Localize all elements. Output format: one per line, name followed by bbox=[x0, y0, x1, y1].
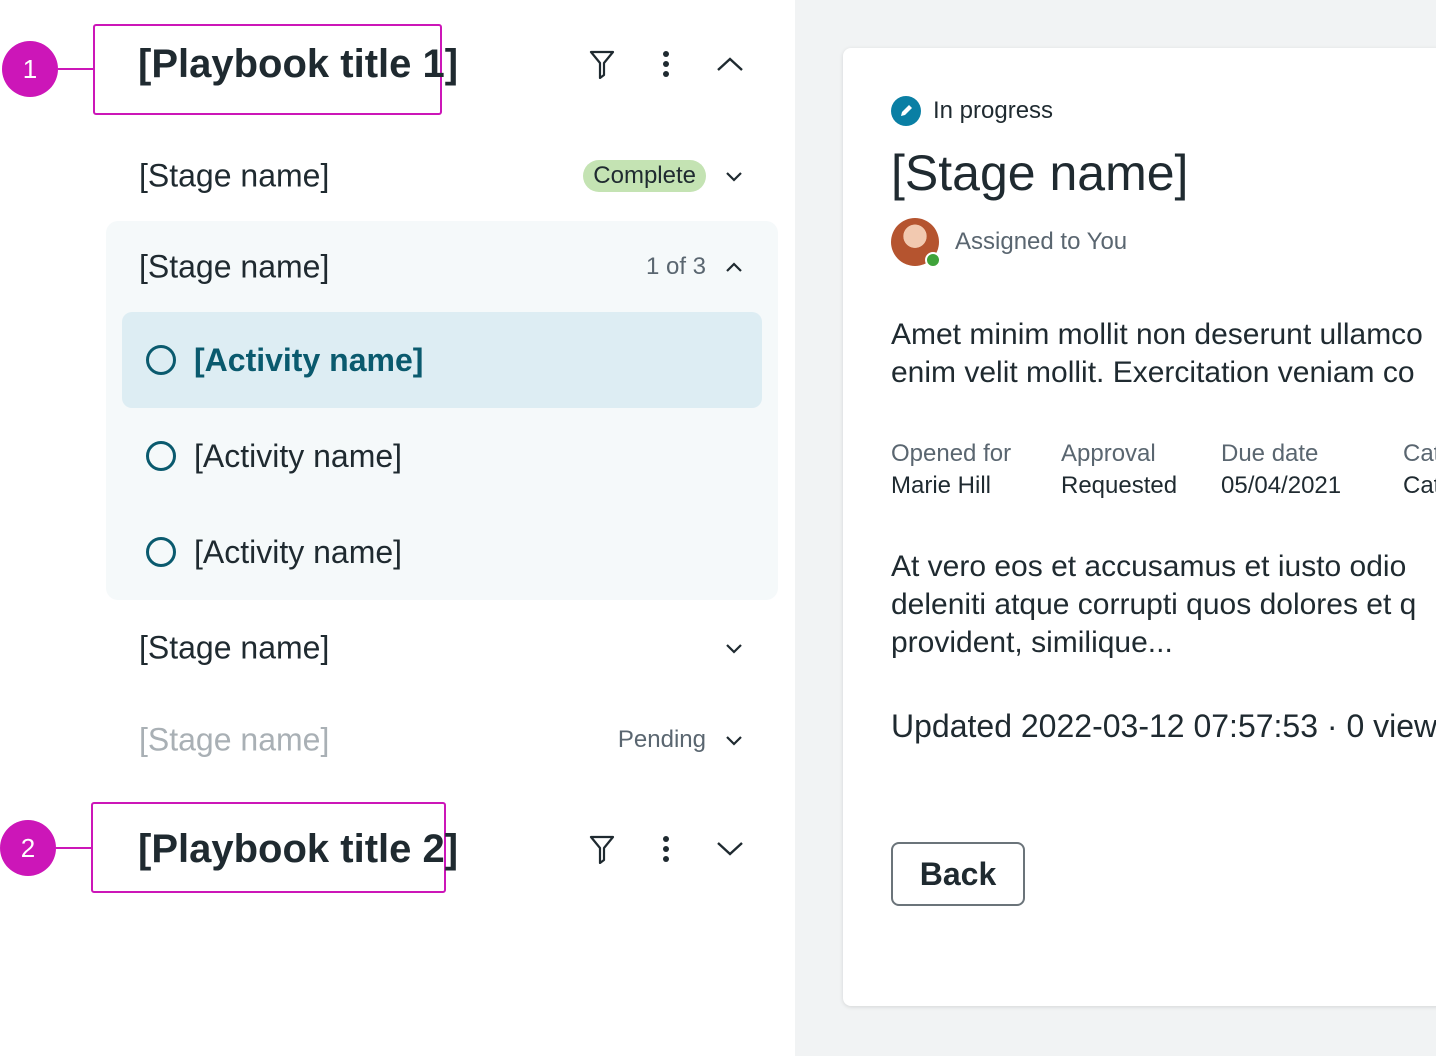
body-line: At vero eos et accusamus et iusto odio bbox=[891, 550, 1407, 583]
field-label: Due date bbox=[1221, 440, 1319, 467]
field-due-date: Due date 05/04/2021 bbox=[1221, 438, 1341, 502]
stage-row[interactable]: [Stage name] bbox=[106, 602, 778, 694]
presence-dot bbox=[925, 252, 941, 268]
activity-item[interactable]: [Activity name] bbox=[122, 504, 762, 600]
status-badge: Complete bbox=[583, 160, 706, 192]
detail-panel: In progress [Stage name] Assigned to You… bbox=[795, 0, 1436, 1056]
assignee-row: Assigned to You bbox=[891, 218, 1128, 268]
stage-name: [Stage name] bbox=[139, 629, 330, 666]
chevron-down-icon[interactable] bbox=[720, 726, 748, 754]
callout-marker-2: 2 bbox=[0, 820, 56, 876]
expanded-stage-group: [Stage name] 1 of 3 [Activity name] [Act… bbox=[106, 221, 778, 600]
activity-name: [Activity name] bbox=[194, 533, 403, 570]
page-title: [Stage name] bbox=[891, 145, 1189, 201]
chevron-down-icon[interactable] bbox=[710, 829, 750, 869]
assigned-text: Assigned to You bbox=[955, 228, 1128, 255]
stage-detail-card: In progress [Stage name] Assigned to You… bbox=[843, 48, 1436, 1006]
activity-item-selected[interactable]: [Activity name] bbox=[122, 312, 762, 408]
field-label: Cat bbox=[1403, 440, 1436, 467]
field-approval: Approval Requested bbox=[1061, 438, 1177, 502]
chevron-up-icon[interactable] bbox=[710, 44, 750, 84]
status-label: Pending bbox=[617, 726, 706, 753]
description: Amet minim mollit non deserunt ullamco e… bbox=[891, 316, 1423, 392]
callout-connector bbox=[58, 68, 94, 70]
back-button[interactable]: Back bbox=[891, 842, 1025, 906]
field-label: Opened for bbox=[891, 440, 1012, 467]
filter-icon[interactable] bbox=[582, 44, 622, 84]
field-category: Cat Cat bbox=[1403, 438, 1436, 502]
activity-name: [Activity name] bbox=[194, 341, 424, 378]
more-vertical-icon[interactable] bbox=[646, 829, 686, 869]
stage-row-pending[interactable]: [Stage name] Pending bbox=[106, 694, 778, 786]
callout-number: 2 bbox=[20, 832, 36, 863]
stage-progress: 1 of 3 bbox=[645, 253, 706, 280]
chevron-down-icon[interactable] bbox=[720, 162, 748, 190]
circle-outline-icon bbox=[146, 441, 176, 471]
playbook-title: [Playbook title 2] bbox=[138, 827, 459, 871]
playbook-title: [Playbook title 1] bbox=[138, 42, 459, 86]
body-line: deleniti atque corrupti quos dolores et … bbox=[891, 588, 1417, 621]
field-value: Requested bbox=[1061, 472, 1178, 499]
more-vertical-icon[interactable] bbox=[646, 44, 686, 84]
stage-name: [Stage name] bbox=[139, 248, 330, 285]
description-line: Amet minim mollit non deserunt ullamco bbox=[891, 318, 1423, 351]
avatar bbox=[891, 218, 941, 268]
chevron-down-icon[interactable] bbox=[720, 634, 748, 662]
stage-name: [Stage name] bbox=[139, 157, 330, 194]
description-line: enim velit mollit. Exercitation veniam c… bbox=[891, 356, 1415, 389]
activity-item[interactable]: [Activity name] bbox=[122, 408, 762, 504]
body-text: At vero eos et accusamus et iusto odio d… bbox=[891, 548, 1416, 662]
status-text: In progress bbox=[933, 97, 1054, 124]
circle-outline-icon bbox=[146, 537, 176, 567]
callout-connector bbox=[56, 847, 92, 849]
field-value: 05/04/2021 bbox=[1221, 472, 1342, 499]
status-row: In progress bbox=[891, 96, 1053, 126]
body-line: provident, similique... bbox=[891, 626, 1173, 659]
field-label: Approval bbox=[1061, 440, 1156, 467]
field-value: Cat bbox=[1403, 472, 1436, 499]
circle-outline-icon bbox=[146, 345, 176, 375]
chevron-up-icon[interactable] bbox=[720, 253, 748, 281]
updated-text: Updated 2022-03-12 07:57:53 · 0 views bbox=[891, 708, 1436, 744]
pencil-icon bbox=[891, 96, 921, 126]
stage-row-complete[interactable]: [Stage name] Complete bbox=[106, 130, 778, 222]
filter-icon[interactable] bbox=[582, 829, 622, 869]
playbook-panel: 1 [Playbook title 1] [Stage name] Comple… bbox=[0, 0, 795, 1056]
field-opened-for: Opened for Marie Hill bbox=[891, 438, 1011, 502]
stage-row-in-progress[interactable]: [Stage name] 1 of 3 bbox=[106, 221, 778, 313]
callout-number: 1 bbox=[22, 53, 38, 84]
field-value: Marie Hill bbox=[891, 472, 992, 499]
activity-name: [Activity name] bbox=[194, 437, 403, 474]
stage-name: [Stage name] bbox=[139, 721, 330, 758]
callout-marker-1: 1 bbox=[2, 41, 58, 97]
